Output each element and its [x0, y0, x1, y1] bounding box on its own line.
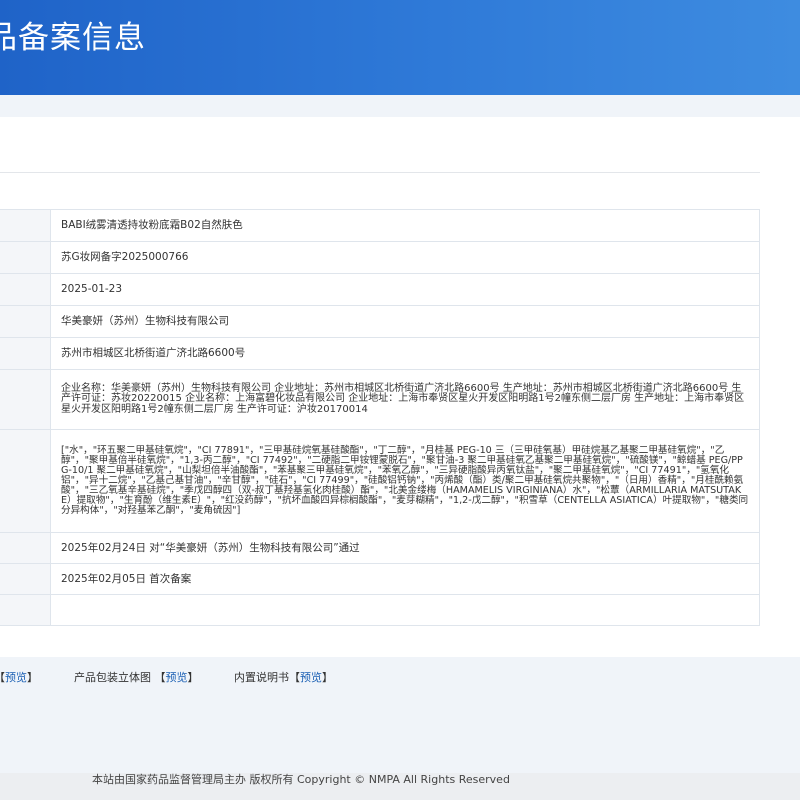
filing-date-value: 2025-01-23: [50, 273, 760, 306]
row-label-cell: [0, 369, 51, 430]
packaging-label: 产品包装立体图: [74, 671, 151, 684]
table-row: 企业名称：华美豪妍（苏州）生物科技有限公司 企业地址：苏州市相城区北桥街道广济北…: [0, 369, 760, 430]
empty-value: [50, 594, 760, 626]
manual-label: 内置说明书: [234, 671, 289, 684]
first-preview-link[interactable]: 预览: [5, 671, 27, 684]
filing-number-value: 苏G妆网备字2025000766: [50, 241, 760, 274]
table-row: 2025年02月05日 首次备案: [0, 563, 760, 595]
manual-preview-link[interactable]: 预览: [300, 671, 322, 684]
table-row: 2025年02月24日 对“华美豪妍（苏州）生物科技有限公司”通过: [0, 532, 760, 564]
registrant-address-value: 苏州市相城区北桥街道广济北路6600号: [50, 337, 760, 370]
panel-divider: [0, 172, 760, 173]
row-label-cell: [0, 429, 51, 533]
registrant-name-value: 华美豪妍（苏州）生物科技有限公司: [50, 305, 760, 338]
row-label-cell: [0, 305, 51, 338]
row-label-cell: [0, 337, 51, 370]
table-row: 2025-01-23: [0, 273, 760, 306]
row-label-cell: [0, 563, 51, 595]
first-attachment: 【预览】: [0, 671, 38, 684]
table-row: 华美豪妍（苏州）生物科技有限公司: [0, 305, 760, 338]
change-history-value: 2025年02月05日 首次备案: [50, 563, 760, 595]
packaging-attachment: 产品包装立体图 【预览】: [74, 671, 199, 684]
manufacturer-info-value: 企业名称：华美豪妍（苏州）生物科技有限公司 企业地址：苏州市相城区北桥街道广济北…: [50, 369, 760, 430]
page-footer: 本站由国家药品监督管理局主办 版权所有 Copyright © NMPA All…: [0, 773, 800, 800]
attachment-links: 【预览】 产品包装立体图 【预览】 内置说明书【预览】: [0, 669, 800, 685]
ingredients-value: ["水"，"环五聚二甲基硅氧烷"，"CI 77891"，"三甲基硅烷氧基硅酸酯"…: [50, 429, 760, 533]
row-label-cell: [0, 532, 51, 564]
row-label-cell: [0, 209, 51, 242]
manual-attachment: 内置说明书【预览】: [234, 671, 333, 684]
table-row: 苏G妆网备字2025000766: [0, 241, 760, 274]
page-title: 品备案信息: [0, 20, 146, 56]
row-label-cell: [0, 273, 51, 306]
filing-info-table: BABI绒雾清透持妆粉底霜B02自然肤色 苏G妆网备字2025000766 20…: [0, 209, 760, 626]
table-row: BABI绒雾清透持妆粉底霜B02自然肤色: [0, 209, 760, 242]
table-row: [0, 594, 760, 626]
page-header: 品备案信息: [0, 0, 800, 95]
copyright-text: 本站由国家药品监督管理局主办 版权所有 Copyright © NMPA All…: [92, 773, 510, 786]
review-status-value: 2025年02月24日 对“华美豪妍（苏州）生物科技有限公司”通过: [50, 532, 760, 564]
packaging-preview-link[interactable]: 预览: [166, 671, 188, 684]
row-label-cell: [0, 594, 51, 626]
table-row: 苏州市相城区北桥街道广济北路6600号: [0, 337, 760, 370]
table-row: ["水"，"环五聚二甲基硅氧烷"，"CI 77891"，"三甲基硅烷氧基硅酸酯"…: [0, 429, 760, 533]
row-label-cell: [0, 241, 51, 274]
product-name-value: BABI绒雾清透持妆粉底霜B02自然肤色: [50, 209, 760, 242]
